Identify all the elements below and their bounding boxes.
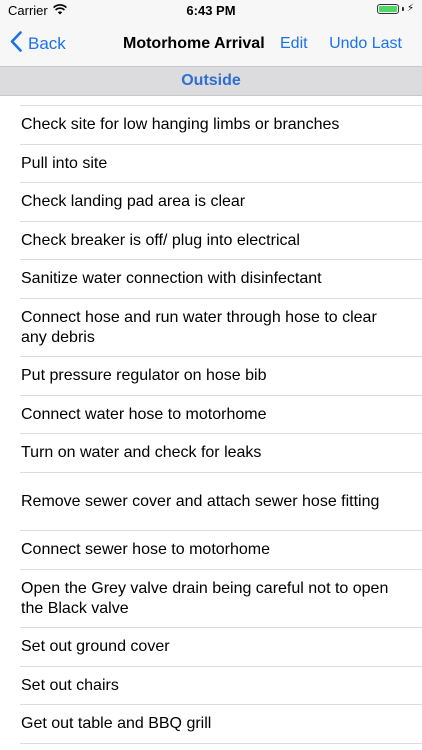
list-item-label: Check site for low hanging limbs or bran… xyxy=(21,116,340,134)
list-item-label: Set out chairs xyxy=(21,676,119,694)
list-item-label: Remove sewer cover and attach sewer hose… xyxy=(21,492,380,510)
list-item-label: Check breaker is off/ plug into electric… xyxy=(21,231,300,249)
status-time: 6:43 PM xyxy=(186,3,236,18)
list-item-label: Connect hose and run water through hose … xyxy=(21,308,377,346)
list-item[interactable]: Check landing pad area is clear xyxy=(0,183,422,222)
battery-icon xyxy=(376,4,399,14)
list-item-label: Connect sewer hose to motorhome xyxy=(21,541,271,559)
list-item[interactable]: Sanitize water connection with disinfect… xyxy=(0,260,422,299)
list-item-label: Connect water hose to motorhome xyxy=(21,405,267,423)
list-item[interactable]: Set out chairs xyxy=(0,667,422,706)
list-item[interactable]: Pull into site xyxy=(0,145,422,184)
page-title: Motorhome Arrival xyxy=(123,35,265,52)
list-item[interactable]: Connect water hose to motorhome xyxy=(0,396,422,435)
list-item-label: Sanitize water connection with disinfect… xyxy=(21,270,322,288)
list-item[interactable]: Check site for low hanging limbs or bran… xyxy=(0,106,422,145)
edit-button[interactable]: Edit xyxy=(280,22,308,66)
list-item[interactable]: Turn on water and check for leaks xyxy=(0,434,422,473)
list-divider xyxy=(20,96,422,106)
section-header: Outside xyxy=(0,66,422,96)
list-item-label: Set out ground cover xyxy=(21,638,170,656)
charging-bolt-icon: ⚡ xyxy=(406,3,414,14)
navigation-bar: Back Motorhome Arrival Edit Undo Last xyxy=(0,22,422,66)
status-right: ⚡ xyxy=(376,3,414,14)
list-item[interactable]: Put pressure regulator on hose bib xyxy=(0,357,422,396)
list-item-label: Open the Grey valve drain being careful … xyxy=(21,579,389,617)
list-item[interactable]: Remove sewer cover and attach sewer hose… xyxy=(0,473,422,532)
chevron-left-icon xyxy=(10,31,22,57)
list-item[interactable]: Get out table and BBQ grill xyxy=(0,705,422,744)
list-item-label: Put pressure regulator on hose bib xyxy=(21,367,267,385)
list-item[interactable]: Connect hose and run water through hose … xyxy=(0,299,422,358)
back-button[interactable]: Back xyxy=(10,22,66,66)
list-item-label: Turn on water and check for leaks xyxy=(21,444,262,462)
list-item[interactable]: Open the Grey valve drain being careful … xyxy=(0,570,422,629)
list-item[interactable]: Check breaker is off/ plug into electric… xyxy=(0,222,422,261)
undo-last-button[interactable]: Undo Last xyxy=(329,22,402,66)
status-bar: Carrier 6:43 PM ⚡ xyxy=(0,0,422,22)
list-item-label: Get out table and BBQ grill xyxy=(21,715,212,733)
list-item[interactable]: Set out ground cover xyxy=(0,628,422,667)
list-item-label: Pull into site xyxy=(21,154,108,172)
checklist: Check site for low hanging limbs or bran… xyxy=(0,96,422,744)
list-item[interactable]: Connect sewer hose to motorhome xyxy=(0,531,422,570)
back-label: Back xyxy=(28,34,66,53)
list-item-label: Check landing pad area is clear xyxy=(21,193,246,211)
